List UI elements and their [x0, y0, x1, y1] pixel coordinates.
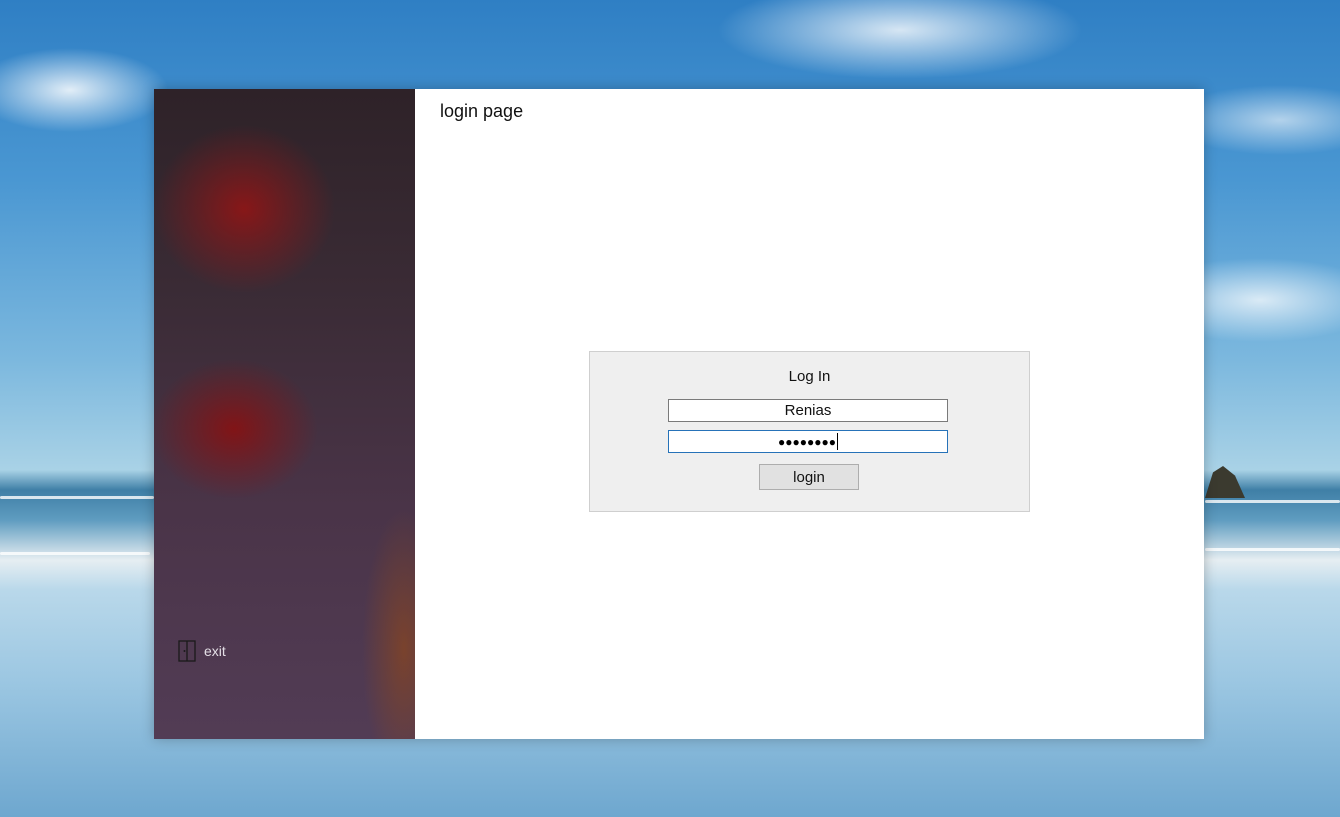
wallpaper-rock	[1205, 466, 1245, 498]
sidebar: exit	[154, 89, 415, 739]
password-mask: ●●●●●●●●	[778, 434, 836, 449]
login-window: exit login page Log In ●●●●●●●● login	[154, 89, 1204, 739]
login-form: Log In ●●●●●●●● login	[589, 351, 1030, 512]
page-title: login page	[440, 101, 524, 121]
password-input[interactable]: ●●●●●●●●	[668, 430, 948, 453]
exit-door-icon	[178, 640, 196, 662]
wallpaper-wave	[1205, 500, 1340, 503]
main-panel: login page Log In ●●●●●●●● login	[415, 89, 1204, 739]
exit-label: exit	[204, 643, 226, 659]
exit-button[interactable]: exit	[178, 640, 226, 662]
wallpaper-wave	[0, 552, 150, 555]
login-heading: Log In	[788, 368, 831, 385]
login-button[interactable]: login	[759, 464, 859, 490]
wallpaper-wave	[1205, 548, 1340, 551]
wallpaper-wave	[0, 496, 154, 499]
text-caret	[836, 433, 838, 450]
username-input[interactable]	[668, 399, 948, 422]
